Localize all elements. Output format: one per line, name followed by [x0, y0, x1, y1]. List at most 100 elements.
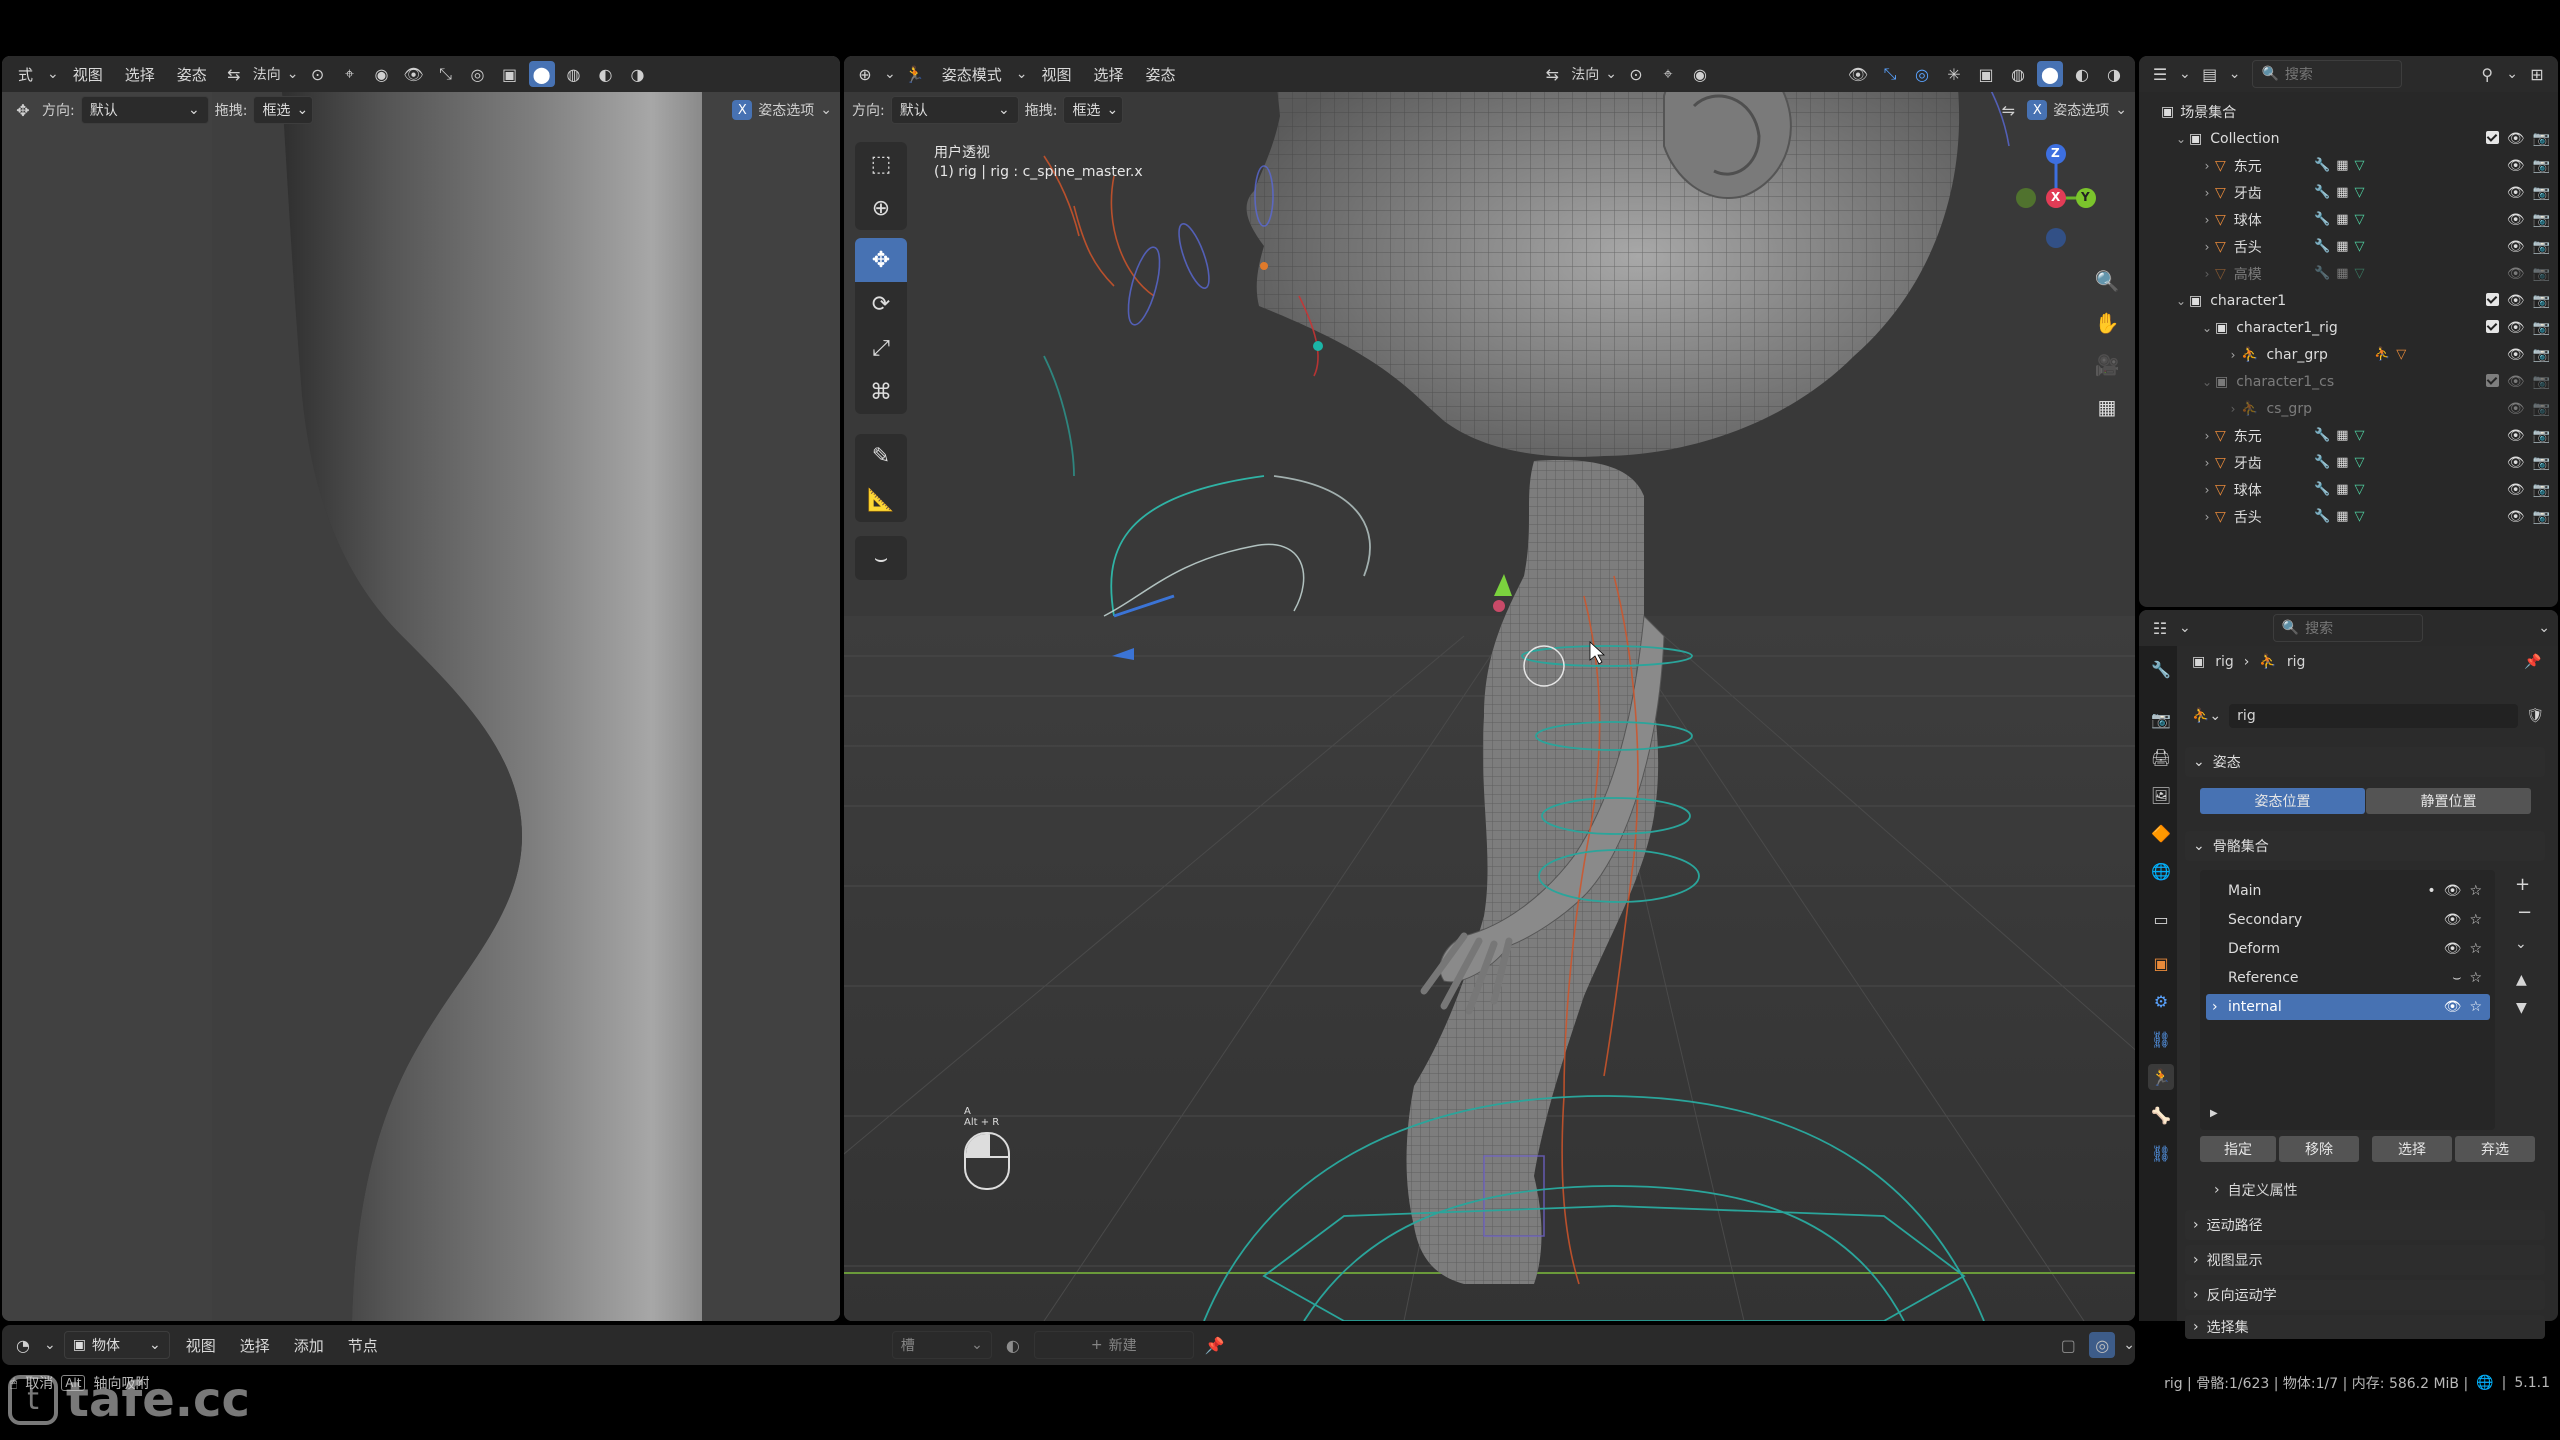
scale-tool-icon[interactable]: ⤢	[855, 326, 907, 370]
shading-solid-icon[interactable]: ⬤	[528, 61, 555, 87]
proportional-icon[interactable]: ◉	[369, 61, 395, 87]
new-material-button[interactable]: + 新建	[1033, 1331, 1194, 1359]
eye-icon[interactable]: 👁	[2507, 131, 2525, 147]
outliner-row[interactable]: › ▽ 牙齿 🔧 ▦ ▽ 👁 📷	[2139, 449, 2558, 476]
camera-render-icon[interactable]: 📷	[2533, 428, 2550, 444]
wrench-icon[interactable]: 🔧	[2314, 239, 2330, 254]
eye-icon[interactable]: 👁	[2507, 374, 2525, 390]
world-tab-icon[interactable]: 🌐	[2148, 858, 2174, 884]
selection-sets-panel[interactable]: › 选择集	[2185, 1315, 2545, 1339]
chevron-down-icon[interactable]: ⌄	[2173, 294, 2189, 308]
mode-menu[interactable]: 式	[10, 60, 41, 89]
menu-view[interactable]: 视图	[178, 1331, 224, 1360]
output-tab-icon[interactable]: 🖨	[2148, 744, 2174, 770]
annotate-tool-icon[interactable]: ✎	[855, 434, 907, 478]
pivot-icon[interactable]: ⊙	[305, 61, 331, 87]
wrench-icon[interactable]: 🔧	[2314, 482, 2330, 497]
camera-render-icon[interactable]: 📷	[2533, 158, 2550, 174]
list-expand-icon[interactable]: ▶	[2210, 1108, 2218, 1119]
overlay-icon[interactable]: ◎	[465, 61, 491, 87]
chevron-right-icon[interactable]: ›	[2199, 186, 2215, 200]
add-collection-button[interactable]: +	[2515, 874, 2530, 895]
new-collection-icon[interactable]: ⊞	[2524, 61, 2550, 87]
orientation-dropdown[interactable]: 法向	[253, 64, 281, 84]
outliner-row[interactable]: › ▽ 牙齿 🔧 ▦ ▽ 👁 📷	[2139, 179, 2558, 206]
pose-mode-icon[interactable]: 🏃	[902, 61, 928, 87]
chevron-right-icon[interactable]: ›	[2199, 267, 2215, 281]
move-up-icon[interactable]: ▲	[2516, 972, 2527, 988]
shading-material-icon[interactable]: ◐	[2069, 61, 2095, 87]
transform-orientation-icon[interactable]: ⇆	[1539, 61, 1565, 87]
zoom-icon[interactable]: 🔍	[2090, 264, 2124, 298]
outliner-row[interactable]: ⌄ ▣ character1 👁 📷	[2139, 287, 2558, 314]
camera-render-icon[interactable]: 📷	[2533, 266, 2550, 282]
scene-tab-icon[interactable]: 🔶	[2148, 820, 2174, 846]
object-type-dropdown[interactable]: ▣ 物体 ⌄	[63, 1331, 170, 1359]
outliner-row[interactable]: › ▽ 高模 🔧 ▦ ▽ 👁 📷	[2139, 260, 2558, 287]
select-box-tool-icon[interactable]: ⬚	[855, 142, 907, 186]
chevron-right-icon[interactable]: ›	[2199, 456, 2215, 470]
camera-render-icon[interactable]: 📷	[2533, 455, 2550, 471]
collection-tab-icon[interactable]: ▭	[2148, 906, 2174, 932]
select-button[interactable]: 选择	[2372, 1136, 2452, 1162]
eye-icon[interactable]: 👁	[2507, 347, 2525, 363]
bone-collection-row[interactable]: Reference ⌣ ☆	[2206, 965, 2490, 991]
outliner-row[interactable]: › ▽ 东元 🔧 ▦ ▽ 👁 📷	[2139, 422, 2558, 449]
xray-icon[interactable]: ▣	[497, 61, 523, 87]
eye-icon[interactable]: 👁	[2507, 158, 2525, 174]
eye-icon[interactable]: 👁	[2444, 912, 2462, 928]
eye-icon[interactable]: 👁	[2444, 941, 2462, 957]
bone-collection-row[interactable]: Deform 👁 ☆	[2206, 936, 2490, 962]
gizmo-icon[interactable]: ⤡	[433, 61, 459, 87]
move-tool-icon[interactable]: ✥	[855, 238, 907, 282]
orientation-value-dropdown[interactable]: 默认 ⌄	[80, 96, 209, 124]
main-viewport[interactable]: ⊕ ⌄ 🏃 姿态模式 ⌄ 视图 选择 姿态 ⇆ 法向 ⌄ ⊙ ⌖ ◉ 👁 ⤡ ◎ ✳ …	[844, 56, 2135, 1321]
armature-data-tab-icon[interactable]: 🏃	[2148, 1064, 2174, 1090]
outliner[interactable]: ☰ ⌄ ▤ ⌄ 🔍 搜索 ⚲ ⌄ ⊞ ▣ 场景集合 ⌄ ▣ Collection 👁 📷 › ▽ 东元…	[2139, 56, 2558, 607]
star-icon[interactable]: ☆	[2469, 941, 2482, 957]
shading-render-icon[interactable]: ◑	[2101, 61, 2127, 87]
camera-render-icon[interactable]: 📷	[2533, 185, 2550, 201]
outliner-row[interactable]: › ▽ 东元 🔧 ▦ ▽ 👁 📷	[2139, 152, 2558, 179]
chevron-right-icon[interactable]: ›	[2212, 999, 2218, 1015]
star-icon[interactable]: ☆	[2469, 883, 2482, 899]
properties-editor-icon[interactable]: ☷	[2147, 615, 2173, 641]
menu-node[interactable]: 节点	[340, 1331, 386, 1360]
assign-button[interactable]: 指定	[2200, 1136, 2276, 1162]
pose-panel-header[interactable]: ⌄ 姿态	[2185, 747, 2545, 777]
eye-icon[interactable]: 👁	[2507, 293, 2525, 309]
armature-data-icon[interactable]: ⛹⌄	[2192, 708, 2221, 724]
chevron-right-icon[interactable]: ›	[2199, 213, 2215, 227]
wrench-icon[interactable]: 🔧	[2314, 266, 2330, 281]
pan-hand-icon[interactable]: ✋	[2090, 306, 2124, 340]
camera-render-icon[interactable]: 📷	[2533, 374, 2550, 390]
eye-icon[interactable]: 👁	[2444, 883, 2462, 899]
snap-icon[interactable]: ⌖	[337, 61, 363, 87]
wrench-icon[interactable]: 🔧	[2314, 158, 2330, 173]
camera-render-icon[interactable]: 📷	[2533, 347, 2550, 363]
menu-pose[interactable]: 姿态	[169, 60, 215, 89]
specials-menu-icon[interactable]: ⌄	[2515, 936, 2527, 952]
pin-icon[interactable]: 📌	[2524, 654, 2541, 670]
mirror-x-icon[interactable]: X	[732, 100, 753, 120]
menu-pose[interactable]: 姿态	[1138, 60, 1184, 89]
rest-position-button[interactable]: 静置位置	[2366, 788, 2531, 814]
pin-icon[interactable]: 📌	[1202, 1332, 1228, 1358]
move-tool-icon[interactable]: ✥	[10, 97, 36, 123]
object-tab-icon[interactable]: ▣	[2148, 950, 2174, 976]
wrench-icon[interactable]: 🔧	[2314, 509, 2330, 524]
display-mode-icon[interactable]: ▤	[2197, 61, 2223, 87]
menu-select[interactable]: 选择	[117, 60, 163, 89]
shading-wire-icon[interactable]: ◍	[561, 61, 587, 87]
rotate-tool-icon[interactable]: ⟳	[855, 282, 907, 326]
transform-orientation-icon[interactable]: ⇆	[221, 61, 247, 87]
chevron-right-icon[interactable]: ›	[2199, 159, 2215, 173]
xray-icon[interactable]: ▣	[1973, 61, 1999, 87]
exclude-checkbox[interactable]	[2485, 130, 2499, 144]
eye-icon[interactable]: 👁	[2507, 266, 2525, 282]
shading-render-icon[interactable]: ◑	[625, 61, 651, 87]
drag-dropdown[interactable]: 框选 ⌄	[253, 96, 314, 124]
bone-collection-row[interactable]: Main • 👁 ☆	[2206, 878, 2490, 904]
motion-paths-panel[interactable]: › 运动路径	[2185, 1210, 2545, 1240]
outliner-row[interactable]: › ▽ 球体 🔧 ▦ ▽ 👁 📷	[2139, 206, 2558, 233]
